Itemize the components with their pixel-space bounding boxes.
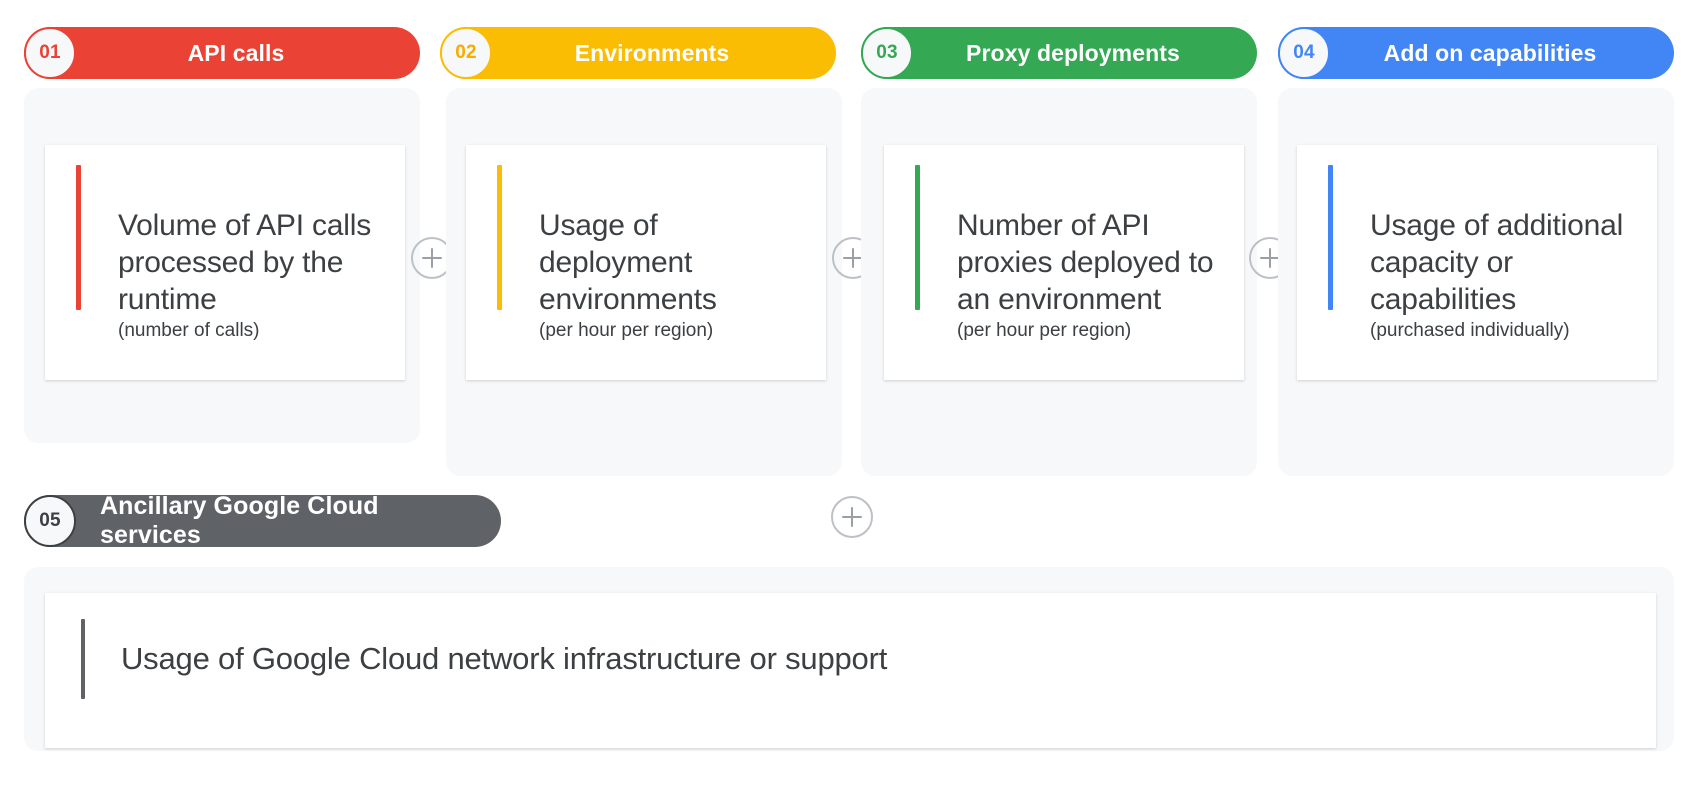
step-number-02: 02: [455, 42, 477, 63]
card-headline-05: Usage of Google Cloud network infrastruc…: [121, 641, 888, 676]
step-label-04: Add on capabilities: [1383, 39, 1597, 66]
step-label-01: API calls: [187, 39, 285, 66]
step-pill-02[interactable]: 02 Environments: [440, 27, 836, 79]
step-pill-01[interactable]: 01 API calls: [24, 27, 420, 79]
card-subtext-03: (per hour per region): [957, 320, 1132, 341]
card-subtext-02: (per hour per region): [539, 320, 714, 341]
step-number-03: 03: [876, 42, 898, 63]
card-accent-bar-02: [497, 165, 502, 310]
card-accent-bar-01: [76, 165, 81, 310]
step-card-03: Number of API proxies deployed to an env…: [884, 145, 1244, 380]
card-headline-text-03: Number of API proxies deployed to an env…: [957, 209, 1214, 316]
step-number-01: 01: [39, 42, 61, 63]
card-headline-03: Number of API proxies deployed to an env…: [957, 207, 1232, 344]
step-number-05: 05: [39, 510, 61, 531]
step-card-05: Usage of Google Cloud network infrastruc…: [45, 593, 1656, 748]
step-number-04: 04: [1293, 42, 1315, 63]
diagram-canvas: 01 API calls Volume of API calls process…: [0, 0, 1700, 788]
card-headline-02: Usage of deployment environments (per ho…: [539, 207, 799, 344]
step-label-02: Environments: [574, 39, 730, 66]
card-headline-04: Usage of additional capacity or capabili…: [1370, 207, 1657, 344]
card-subtext-01: (number of calls): [118, 320, 260, 341]
card-headline-text-04: Usage of additional capacity or capabili…: [1370, 209, 1624, 316]
step-number-badge-02: 02: [440, 27, 492, 79]
card-accent-bar-05: [81, 619, 85, 699]
step-number-badge-05: 05: [24, 495, 76, 547]
card-headline-01: Volume of API calls processed by the run…: [118, 207, 388, 344]
card-accent-bar-04: [1328, 165, 1333, 310]
step-card-04: Usage of additional capacity or capabili…: [1297, 145, 1657, 380]
step-number-badge-03: 03: [861, 27, 913, 79]
step-number-badge-01: 01: [24, 27, 76, 79]
step-pill-03[interactable]: 03 Proxy deployments: [861, 27, 1257, 79]
step-card-02: Usage of deployment environments (per ho…: [466, 145, 826, 380]
plus-circle-icon: [831, 496, 873, 538]
card-headline-text-02: Usage of deployment environments: [539, 209, 717, 316]
card-headline-text-01: Volume of API calls processed by the run…: [118, 209, 372, 316]
step-label-05: Ancillary Google Cloud services: [100, 492, 379, 549]
card-accent-bar-03: [915, 165, 920, 310]
step-pill-04[interactable]: 04 Add on capabilities: [1278, 27, 1674, 79]
step-label-03: Proxy deployments: [966, 39, 1180, 66]
card-subtext-04: (purchased individually): [1370, 320, 1570, 341]
step-card-01: Volume of API calls processed by the run…: [45, 145, 405, 380]
step-number-badge-04: 04: [1278, 27, 1330, 79]
step-pill-05[interactable]: 05 Ancillary Google Cloud services: [24, 492, 501, 549]
